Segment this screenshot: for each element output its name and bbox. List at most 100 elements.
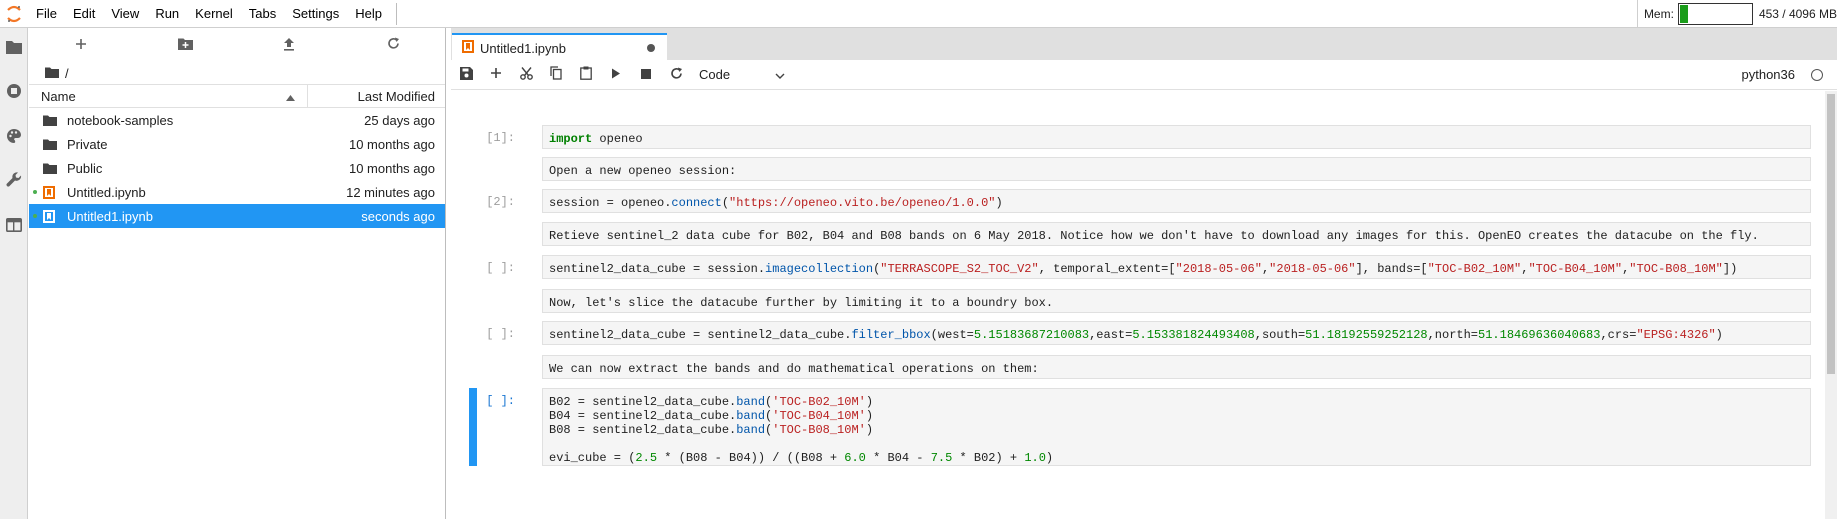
menu-help[interactable]: Help (347, 0, 390, 28)
notebook-icon (43, 185, 59, 199)
activity-bar (0, 28, 28, 519)
file-browser-toolbar (29, 28, 445, 62)
plus-icon (490, 67, 502, 82)
refresh-button[interactable] (341, 28, 445, 62)
save-button[interactable] (451, 60, 481, 90)
stop-icon (641, 67, 651, 82)
running-indicator-icon (33, 214, 37, 218)
cell-editor[interactable]: Now, let's slice the datacube further by… (542, 289, 1811, 313)
cut-button[interactable] (511, 60, 541, 90)
name-column-label: Name (41, 88, 76, 104)
play-icon (611, 67, 621, 82)
file-browser: / Name Last Modified notebook-samples 25 … (29, 28, 446, 519)
copy-button[interactable] (541, 60, 571, 90)
file-row[interactable]: Private 10 months ago (29, 132, 445, 156)
running-indicator-icon (33, 190, 37, 194)
menu-run[interactable]: Run (147, 0, 187, 28)
tab-title: Untitled1.ipynb (480, 40, 566, 56)
code-cell[interactable]: [ ]: B02 = sentinel2_data_cube.band('TOC-… (451, 388, 1811, 466)
palette-icon[interactable] (0, 121, 28, 151)
file-list-header: Name Last Modified (29, 84, 445, 108)
breadcrumb: / (29, 62, 445, 84)
cell-prompt: [ ]: (486, 261, 515, 275)
memory-bar (1677, 3, 1753, 25)
upload-icon (283, 37, 295, 54)
notebook-icon (43, 209, 59, 223)
run-button[interactable] (601, 60, 631, 90)
folder-icon[interactable] (45, 66, 65, 81)
cell-editor[interactable]: sentinel2_data_cube = sentinel2_data_cub… (542, 321, 1811, 345)
code-cell[interactable]: [ ]: sentinel2_data_cube = sentinel2_data… (451, 321, 1811, 345)
chevron-down-icon (775, 67, 785, 82)
modified-column-header[interactable]: Last Modified (308, 89, 445, 104)
running-icon[interactable] (0, 76, 28, 106)
cell-type-dropdown[interactable]: Code (699, 64, 789, 86)
cell-type-value: Code (699, 67, 731, 82)
file-row[interactable]: notebook-samples 25 days ago (29, 108, 445, 132)
upload-button[interactable] (237, 28, 341, 62)
breadcrumb-path[interactable]: / (65, 66, 69, 81)
memory-usage-text: 453 / 4096 MB (1758, 7, 1837, 21)
folder-icon (43, 139, 59, 150)
memory-indicator: Mem: 453 / 4096 MB (1636, 0, 1837, 28)
new-launcher-button[interactable] (29, 28, 133, 62)
paste-button[interactable] (571, 60, 601, 90)
restart-button[interactable] (661, 60, 691, 90)
insert-cell-button[interactable] (481, 60, 511, 90)
markdown-cell[interactable]: We can now extract the bands and do math… (451, 355, 1811, 379)
file-row[interactable]: Untitled.ipynb 12 minutes ago (29, 180, 445, 204)
tabs-icon[interactable] (0, 210, 28, 240)
new-folder-button[interactable] (133, 28, 237, 62)
kernel-name[interactable]: python36 (1742, 60, 1796, 90)
jupyter-logo-icon (0, 0, 28, 28)
file-name: Public (67, 160, 103, 176)
file-row[interactable]: Untitled1.ipynb seconds ago (29, 204, 445, 228)
file-list: notebook-samples 25 days ago Private 10 mon… (29, 108, 445, 228)
cell-editor[interactable]: sentinel2_data_cube = session.imagecolle… (542, 255, 1811, 279)
file-modified: 10 months ago (348, 136, 435, 152)
folder-icon[interactable] (0, 32, 28, 62)
cell-prompt: [ ]: (486, 327, 515, 341)
code-cell[interactable]: [1]: import openeo (451, 125, 1811, 149)
interrupt-button[interactable] (631, 60, 661, 90)
code-cell[interactable]: [ ]: sentinel2_data_cube = session.imagec… (451, 255, 1811, 279)
code-cell[interactable]: [2]: session = openeo.connect("https://op… (451, 189, 1811, 213)
markdown-cell[interactable]: Now, let's slice the datacube further by… (451, 289, 1811, 313)
cell-editor[interactable]: Open a new openeo session: (542, 157, 1811, 181)
file-name: Private (67, 136, 108, 152)
wrench-icon[interactable] (0, 165, 28, 195)
file-name: notebook-samples (67, 112, 174, 128)
menu-file[interactable]: File (28, 0, 65, 28)
clipboard-icon (580, 66, 592, 83)
cell-editor[interactable]: Retieve sentinel_2 data cube for B02, B0… (542, 222, 1811, 246)
file-modified: 12 minutes ago (346, 184, 435, 200)
notebook-toolbar: Code python36 (451, 60, 1837, 90)
file-name: Untitled.ipynb (67, 184, 146, 200)
scrollbar-thumb[interactable] (1827, 94, 1835, 374)
cell-editor[interactable]: import openeo (542, 125, 1811, 149)
menu-view[interactable]: View (103, 0, 147, 28)
menu-tabs[interactable]: Tabs (241, 0, 284, 28)
menu-settings[interactable]: Settings (284, 0, 347, 28)
file-row[interactable]: Public 10 months ago (29, 156, 445, 180)
menu-edit[interactable]: Edit (65, 0, 103, 28)
tab-untitled1[interactable]: Untitled1.ipynb (452, 33, 667, 61)
tab-bar: Untitled1.ipynb (451, 28, 1837, 61)
name-column-header[interactable]: Name (29, 85, 308, 107)
memory-bar-fill (1679, 5, 1688, 23)
cell-prompt: [2]: (486, 195, 515, 209)
markdown-cell[interactable]: Retieve sentinel_2 data cube for B02, B0… (451, 222, 1811, 246)
menu-kernel[interactable]: Kernel (187, 0, 241, 28)
file-modified: 25 days ago (364, 112, 435, 128)
new-launcher-icon (75, 38, 87, 53)
markdown-cell[interactable]: Open a new openeo session: (451, 157, 1811, 181)
sort-up-icon (286, 89, 295, 104)
unsaved-indicator-icon[interactable] (647, 44, 655, 52)
file-modified: seconds ago (361, 208, 435, 224)
scrollbar[interactable] (1825, 91, 1837, 519)
cell-prompt: [ ]: (486, 394, 515, 408)
cell-editor[interactable]: session = openeo.connect("https://openeo… (542, 189, 1811, 213)
cell-editor[interactable]: B02 = sentinel2_data_cube.band('TOC-B02_… (542, 388, 1811, 466)
folder-icon (43, 163, 59, 174)
cell-editor[interactable]: We can now extract the bands and do math… (542, 355, 1811, 379)
